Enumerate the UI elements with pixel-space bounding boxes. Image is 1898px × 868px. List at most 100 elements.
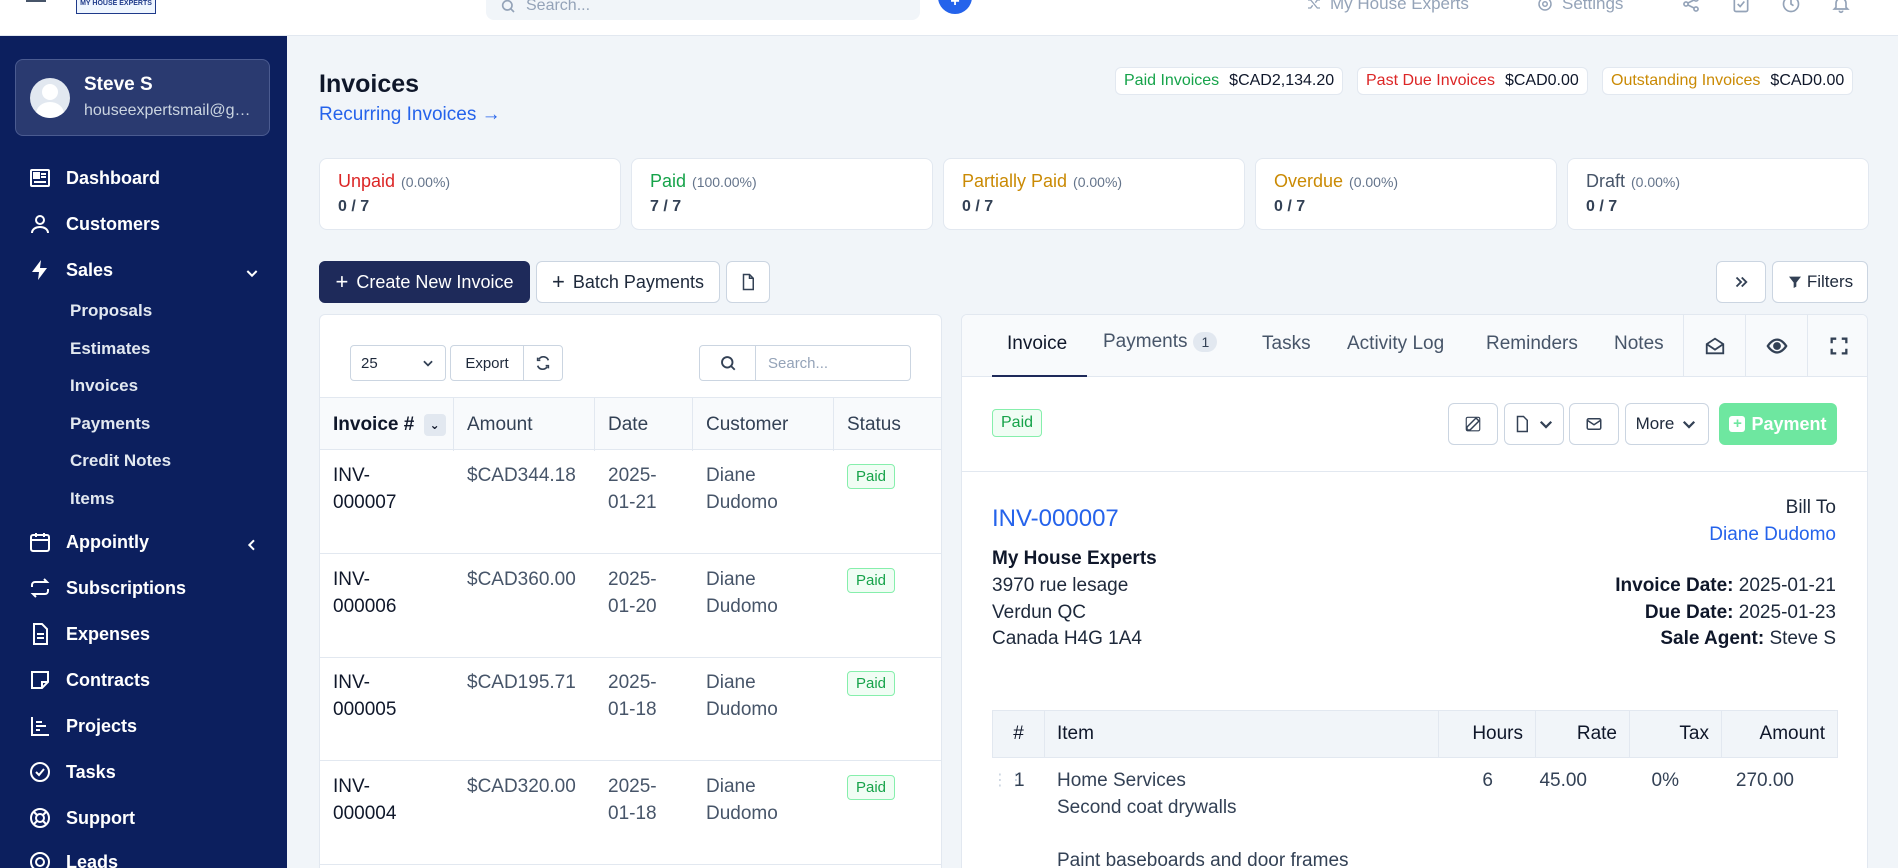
column-customer[interactable]: Customer [693, 398, 834, 451]
items-column-rate: Rate [1536, 711, 1630, 757]
tab-tasks[interactable]: Tasks [1262, 333, 1311, 355]
stat-card-unpaid[interactable]: Unpaid (0.00%) 0 / 7 [319, 158, 621, 230]
item-hours: 6 [1482, 770, 1493, 791]
chevron-left-icon[interactable] [244, 537, 260, 553]
invoice-customer[interactable]: Diane Dudomo [706, 566, 778, 620]
invoice-customer[interactable]: Diane Dudomo [706, 669, 778, 723]
sidebar-item-leads[interactable]: Leads [28, 848, 118, 868]
active-tab-indicator [992, 375, 1087, 377]
sidebar-item-tasks[interactable]: Tasks [28, 758, 116, 786]
user-card[interactable]: Steve S houseexpertsmail@gmail.com [15, 59, 270, 136]
item-description: Second coat drywalls [1057, 797, 1237, 818]
table-search-icon-wrap [700, 346, 756, 380]
invoice-number[interactable]: INV- 000007 [333, 462, 396, 516]
invoice-date: 2025- 01-18 [608, 672, 657, 720]
sidebar-item-sales[interactable]: Sales [28, 256, 113, 284]
sidebar-item-subscriptions[interactable]: Subscriptions [28, 574, 186, 602]
stat-label: Paid [650, 171, 687, 191]
company-link[interactable]: My House Experts [1306, 0, 1469, 14]
sidebar-item-expenses[interactable]: Expenses [28, 620, 150, 648]
sidebar-sub-items[interactable]: Items [70, 489, 114, 509]
table-search-input[interactable]: Search... [699, 345, 911, 381]
pdf-export-button[interactable] [726, 261, 770, 303]
stat-count: 7 / 7 [650, 198, 682, 215]
bell-icon[interactable] [1830, 0, 1852, 14]
items-column-item: Item [1045, 711, 1439, 757]
sidebar-item-support[interactable]: Support [28, 804, 135, 832]
file-icon [33, 623, 48, 645]
sidebar-sub-payments[interactable]: Payments [70, 414, 150, 434]
share-icon[interactable] [1680, 0, 1702, 14]
sidebar-sub-invoices[interactable]: Invoices [70, 376, 138, 396]
batch-payments-button[interactable]: + Batch Payments [536, 261, 720, 303]
sidebar-item-label: Tasks [66, 761, 116, 782]
record-payment-button[interactable]: + Payment [1719, 403, 1837, 445]
table-row[interactable]: INV- 000007 $CAD344.18 2025- 01-21 Diane Du… [320, 450, 941, 554]
stat-card-draft[interactable]: Draft (0.00%) 0 / 7 [1567, 158, 1869, 230]
invoice-customer[interactable]: Diane Dudomo [706, 773, 778, 827]
page-size-select[interactable]: 25 [350, 345, 446, 381]
invoice-number-link[interactable]: INV-000007 [992, 505, 1119, 533]
invoice-table-panel: 25 Export Search... Invoice # ⌄ Amount D… [319, 314, 942, 868]
sidebar-item-projects[interactable]: Projects [28, 712, 137, 740]
column-date[interactable]: Date [595, 398, 693, 451]
tab-activity-log[interactable]: Activity Log [1347, 333, 1444, 355]
pdf-dropdown-button[interactable] [1504, 403, 1564, 445]
sidebar-sub-credit-notes[interactable]: Credit Notes [70, 451, 171, 471]
edit-button[interactable] [1448, 403, 1498, 445]
export-button[interactable]: Export [450, 345, 524, 381]
bill-to-customer-link[interactable]: Diane Dudomo [1709, 524, 1836, 546]
sidebar-item-label: Contracts [66, 669, 151, 690]
stat-card-partially-paid[interactable]: Partially Paid (0.00%) 0 / 7 [943, 158, 1245, 230]
chevron-down-icon[interactable] [244, 265, 260, 281]
email-tab-button[interactable] [1683, 315, 1745, 377]
send-email-button[interactable] [1569, 403, 1619, 445]
expand-button[interactable] [1807, 315, 1867, 377]
due-date-label: Due Date: [1644, 602, 1734, 623]
column-invoice-number[interactable]: Invoice # ⌄ [320, 398, 454, 451]
sidebar-sub-proposals[interactable]: Proposals [70, 301, 152, 321]
toggle-panel-button[interactable] [1716, 261, 1766, 303]
sidebar-item-label: Projects [66, 715, 138, 736]
settings-link[interactable]: Settings [1536, 0, 1623, 14]
invoice-number[interactable]: INV- 000005 [333, 669, 396, 723]
quick-create-button[interactable]: + [938, 0, 972, 14]
sidebar-item-contracts[interactable]: Contracts [28, 666, 150, 694]
column-amount[interactable]: Amount [454, 398, 595, 451]
global-search-input[interactable]: Search... [486, 0, 920, 20]
sidebar-sub-estimates[interactable]: Estimates [70, 339, 150, 359]
items-table-header: # Item Hours Rate Tax Amount [992, 710, 1838, 758]
invoice-number[interactable]: INV- 000006 [333, 566, 396, 620]
column-status[interactable]: Status [834, 398, 941, 451]
recurring-invoices-link[interactable]: Recurring Invoices → [319, 104, 501, 126]
create-invoice-button[interactable]: + Create New Invoice [319, 261, 530, 303]
avatar [30, 78, 70, 118]
menu-icon[interactable] [26, 0, 46, 8]
sidebar-item-appointly[interactable]: Appointly [28, 528, 149, 556]
page-title: Invoices [319, 70, 420, 98]
tab-notes[interactable]: Notes [1614, 333, 1664, 355]
table-row[interactable]: INV- 000005 $CAD195.71 2025- 01-18 Diane Du… [320, 657, 941, 761]
company-logo[interactable]: MY HOUSE EXPERTS [76, 0, 156, 14]
table-row[interactable]: INV- 000006 $CAD360.00 2025- 01-20 Diane Du… [320, 554, 941, 658]
refresh-button[interactable] [523, 345, 563, 381]
filters-button[interactable]: Filters [1772, 261, 1868, 303]
sidebar-item-dashboard[interactable]: Dashboard [28, 164, 160, 192]
tab-invoice[interactable]: Invoice [1007, 333, 1067, 355]
stat-label: Unpaid [338, 171, 396, 191]
invoice-customer[interactable]: Diane Dudomo [706, 462, 778, 516]
more-dropdown-button[interactable]: More [1625, 403, 1709, 445]
table-row[interactable]: INV- 000004 $CAD320.00 2025- 01-18 Diane Du… [320, 761, 941, 865]
stat-count: 0 / 7 [1274, 198, 1306, 215]
stat-card-overdue[interactable]: Overdue (0.00%) 0 / 7 [1255, 158, 1557, 230]
clock-icon[interactable] [1780, 0, 1802, 14]
stat-card-paid[interactable]: Paid (100.00%) 7 / 7 [631, 158, 933, 230]
tab-reminders[interactable]: Reminders [1486, 333, 1578, 355]
invoice-number[interactable]: INV- 000004 [333, 773, 396, 827]
checklist-icon[interactable] [1730, 0, 1752, 14]
sidebar-item-customers[interactable]: Customers [28, 210, 160, 238]
view-tab-button[interactable] [1745, 315, 1807, 377]
page-size-value: 25 [361, 354, 378, 372]
tab-payments[interactable]: Payments 1 [1103, 331, 1218, 353]
due-date-value: 2025-01-23 [1738, 602, 1836, 623]
